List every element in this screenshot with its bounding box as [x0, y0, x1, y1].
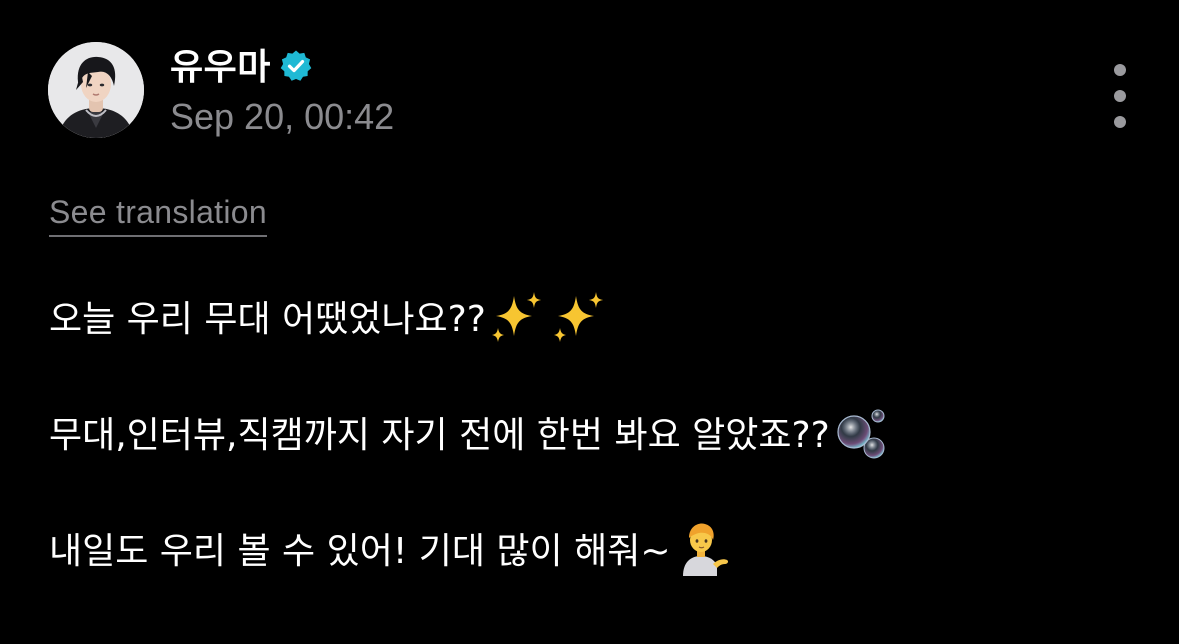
- verified-badge-icon: [279, 49, 313, 83]
- see-translation-link[interactable]: See translation: [49, 194, 267, 237]
- author-name: 유우마: [170, 47, 271, 88]
- post-body: 오늘 우리 무대 어땠었나요?? 무대,인터뷰,직캠까지 자기 전에 한번 봐요…: [49, 284, 1149, 632]
- sparkles-icon: [490, 288, 608, 344]
- post-line-2: 무대,인터뷰,직캠까지 자기 전에 한번 봐요 알았죠??: [49, 400, 1149, 464]
- more-dot: [1114, 90, 1126, 102]
- avatar[interactable]: [48, 42, 144, 138]
- post-line-text: 무대,인터뷰,직캠까지 자기 전에 한번 봐요 알았죠??: [49, 415, 830, 456]
- more-options-icon[interactable]: [1100, 64, 1140, 128]
- post-line-text: 내일도 우리 볼 수 있어! 기대 많이 해줘~: [49, 531, 671, 572]
- more-dot: [1114, 116, 1126, 128]
- information-desk-person-icon: [675, 520, 731, 576]
- post-line-1: 오늘 우리 무대 어땠었나요??: [49, 284, 1149, 348]
- profile-photo-icon: [48, 42, 144, 138]
- post-line-3: 내일도 우리 볼 수 있어! 기대 많이 해줘~: [49, 516, 1149, 580]
- author-name-row[interactable]: 유우마: [170, 40, 313, 88]
- post-line-text: 오늘 우리 무대 어땠었나요??: [49, 299, 486, 340]
- bubbles-icon: [834, 404, 890, 460]
- more-dot: [1114, 64, 1126, 76]
- post-timestamp: Sep 20, 00:42: [170, 96, 395, 137]
- post-card: 유우마 Sep 20, 00:42 See translation 오늘 우리 …: [0, 0, 1179, 644]
